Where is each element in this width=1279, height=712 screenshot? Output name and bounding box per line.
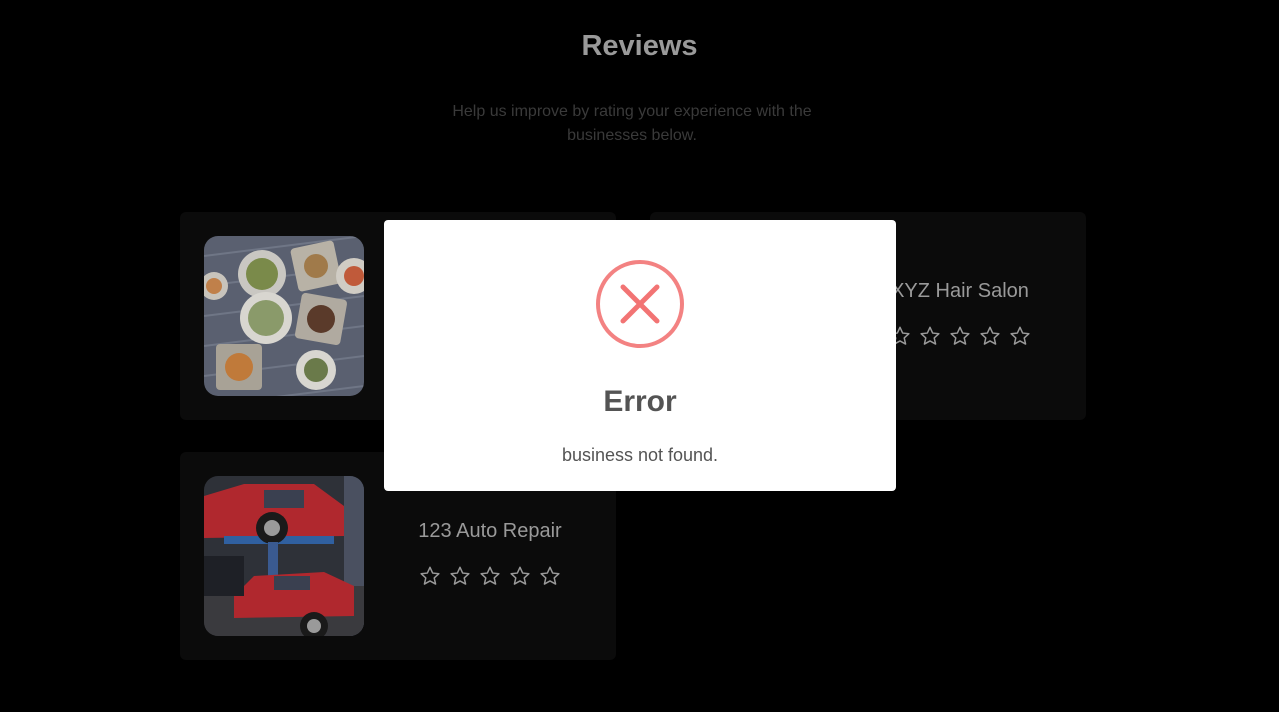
error-x-icon xyxy=(595,259,685,349)
error-dialog: Error business not found. xyxy=(384,220,896,491)
dialog-title: Error xyxy=(603,385,677,418)
dialog-message: business not found. xyxy=(561,445,719,465)
